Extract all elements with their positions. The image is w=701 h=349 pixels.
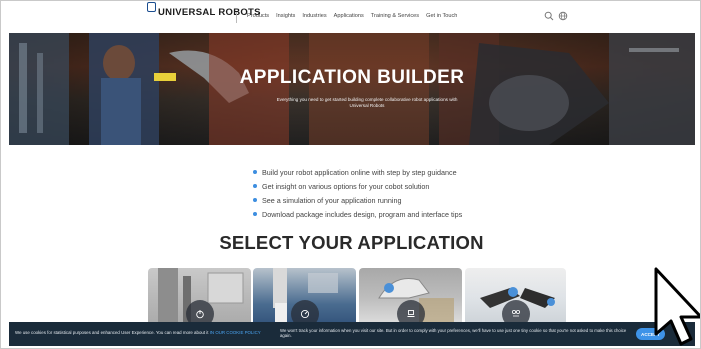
pallet-icon xyxy=(407,310,414,317)
nav-item-insights[interactable]: Insights xyxy=(276,13,295,19)
nav-item-products[interactable]: Products xyxy=(247,13,269,19)
bullet-dot-icon xyxy=(253,198,257,202)
list-item: Download package includes design, progra… xyxy=(253,207,462,221)
logo[interactable]: UNIVERSAL ROBOTS xyxy=(147,2,261,18)
bullet-dot-icon xyxy=(253,212,257,216)
cookie-message: We use cookies for statistical purposes … xyxy=(15,330,261,335)
cookie-banner: We use cookies for statistical purposes … xyxy=(9,322,695,346)
application-card-2[interactable] xyxy=(253,268,356,328)
hero-banner: APPLICATION BUILDER Everything you need … xyxy=(9,33,695,145)
section-title: SELECT YOUR APPLICATION xyxy=(219,232,484,253)
hero-background-image xyxy=(9,33,695,145)
feature-list: Build your robot application online with… xyxy=(253,165,462,221)
cookie-details: We won't track your information when you… xyxy=(280,328,627,339)
cookie-policy-link[interactable]: IN OUR COOKIE POLICY xyxy=(210,330,261,335)
bullet-dot-icon xyxy=(253,170,257,174)
feature-text: Build your robot application online with… xyxy=(262,167,457,177)
hero-title: APPLICATION BUILDER xyxy=(239,67,465,88)
browser-viewport: UNIVERSAL ROBOTS Products Insights Indus… xyxy=(0,0,701,349)
mouse-cursor-icon xyxy=(654,267,700,346)
nav-item-industries[interactable]: Industries xyxy=(302,13,326,19)
application-card-1[interactable] xyxy=(148,268,251,328)
application-card-3[interactable] xyxy=(359,268,462,328)
header-divider xyxy=(236,12,237,23)
nav-item-training-services[interactable]: Training & Services xyxy=(371,13,419,19)
globe-icon[interactable] xyxy=(558,11,568,21)
logo-mark-icon xyxy=(147,2,156,12)
nav-item-applications[interactable]: Applications xyxy=(334,13,364,19)
application-card-4[interactable] xyxy=(465,268,566,328)
search-icon[interactable] xyxy=(544,11,554,21)
bullet-dot-icon xyxy=(253,184,257,188)
cookie-text: We use cookies for statistical purposes … xyxy=(15,330,209,335)
logo-text: UNIVERSAL ROBOTS xyxy=(158,7,261,18)
main-nav: Products Insights Industries Application… xyxy=(247,13,464,19)
assembly-icon xyxy=(511,309,520,317)
hero-subtitle: Everything you need to get started build… xyxy=(276,97,458,108)
list-item: Get insight on various options for your … xyxy=(253,179,462,193)
feature-text: Download package includes design, progra… xyxy=(262,209,463,219)
list-item: See a simulation of your application run… xyxy=(253,193,462,207)
feature-text: See a simulation of your application run… xyxy=(262,195,402,205)
feature-text: Get insight on various options for your … xyxy=(262,181,430,191)
gauge-icon xyxy=(300,309,309,319)
site-header: UNIVERSAL ROBOTS Products Insights Indus… xyxy=(1,1,700,33)
power-icon xyxy=(195,310,204,319)
nav-item-get-in-touch[interactable]: Get in Touch xyxy=(426,13,457,19)
list-item: Build your robot application online with… xyxy=(253,165,462,179)
